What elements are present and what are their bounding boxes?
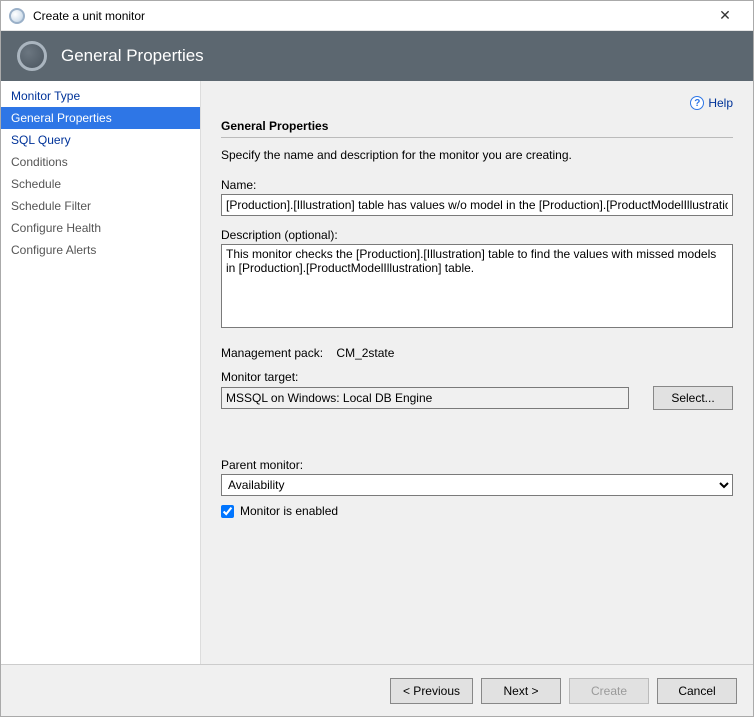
management-pack-label: Management pack: <box>221 346 323 360</box>
nav-general-properties[interactable]: General Properties <box>1 107 200 129</box>
parent-monitor-select[interactable]: Availability <box>221 474 733 496</box>
parent-monitor-label: Parent monitor: <box>221 458 733 472</box>
cancel-button[interactable]: Cancel <box>657 678 737 704</box>
close-button[interactable]: ✕ <box>705 2 745 30</box>
wizard-window: Create a unit monitor ✕ General Properti… <box>0 0 754 717</box>
monitor-enabled-label: Monitor is enabled <box>240 504 338 518</box>
nav-configure-health: Configure Health <box>1 217 200 239</box>
window-title: Create a unit monitor <box>33 9 705 23</box>
monitor-target-label: Monitor target: <box>221 370 733 384</box>
description-label: Description (optional): <box>221 228 733 242</box>
previous-button[interactable]: < Previous <box>390 678 473 704</box>
app-icon <box>9 8 25 24</box>
description-textarea[interactable] <box>221 244 733 328</box>
nav-sql-query[interactable]: SQL Query <box>1 129 200 151</box>
management-pack-row: Management pack: CM_2state <box>221 346 733 360</box>
banner-title: General Properties <box>61 46 204 66</box>
wizard-banner: General Properties <box>1 31 753 81</box>
name-input[interactable] <box>221 194 733 216</box>
monitor-enabled-row[interactable]: Monitor is enabled <box>221 504 733 518</box>
nav-configure-alerts: Configure Alerts <box>1 239 200 261</box>
nav-conditions: Conditions <box>1 151 200 173</box>
nav-schedule-filter: Schedule Filter <box>1 195 200 217</box>
instruction-text: Specify the name and description for the… <box>221 148 733 162</box>
main-spacer <box>221 518 733 650</box>
wizard-body: Monitor Type General Properties SQL Quer… <box>1 81 753 664</box>
help-label: Help <box>708 96 733 110</box>
banner-icon <box>17 41 47 71</box>
management-pack-value: CM_2state <box>336 346 394 360</box>
wizard-main: ? Help General Properties Specify the na… <box>201 81 753 664</box>
section-divider <box>221 137 733 138</box>
section-title: General Properties <box>221 119 733 133</box>
help-link[interactable]: ? Help <box>690 96 733 110</box>
window-titlebar: Create a unit monitor ✕ <box>1 1 753 31</box>
name-label: Name: <box>221 178 733 192</box>
create-button: Create <box>569 678 649 704</box>
monitor-enabled-checkbox[interactable] <box>221 505 234 518</box>
wizard-footer: < Previous Next > Create Cancel <box>1 664 753 716</box>
monitor-target-value: MSSQL on Windows: Local DB Engine <box>221 387 629 409</box>
wizard-sidebar: Monitor Type General Properties SQL Quer… <box>1 81 201 664</box>
nav-schedule: Schedule <box>1 173 200 195</box>
close-icon: ✕ <box>719 7 731 24</box>
monitor-target-row: MSSQL on Windows: Local DB Engine Select… <box>221 386 733 410</box>
help-row: ? Help <box>221 91 733 115</box>
help-icon: ? <box>690 96 704 110</box>
nav-monitor-type[interactable]: Monitor Type <box>1 85 200 107</box>
select-target-button[interactable]: Select... <box>653 386 733 410</box>
next-button[interactable]: Next > <box>481 678 561 704</box>
